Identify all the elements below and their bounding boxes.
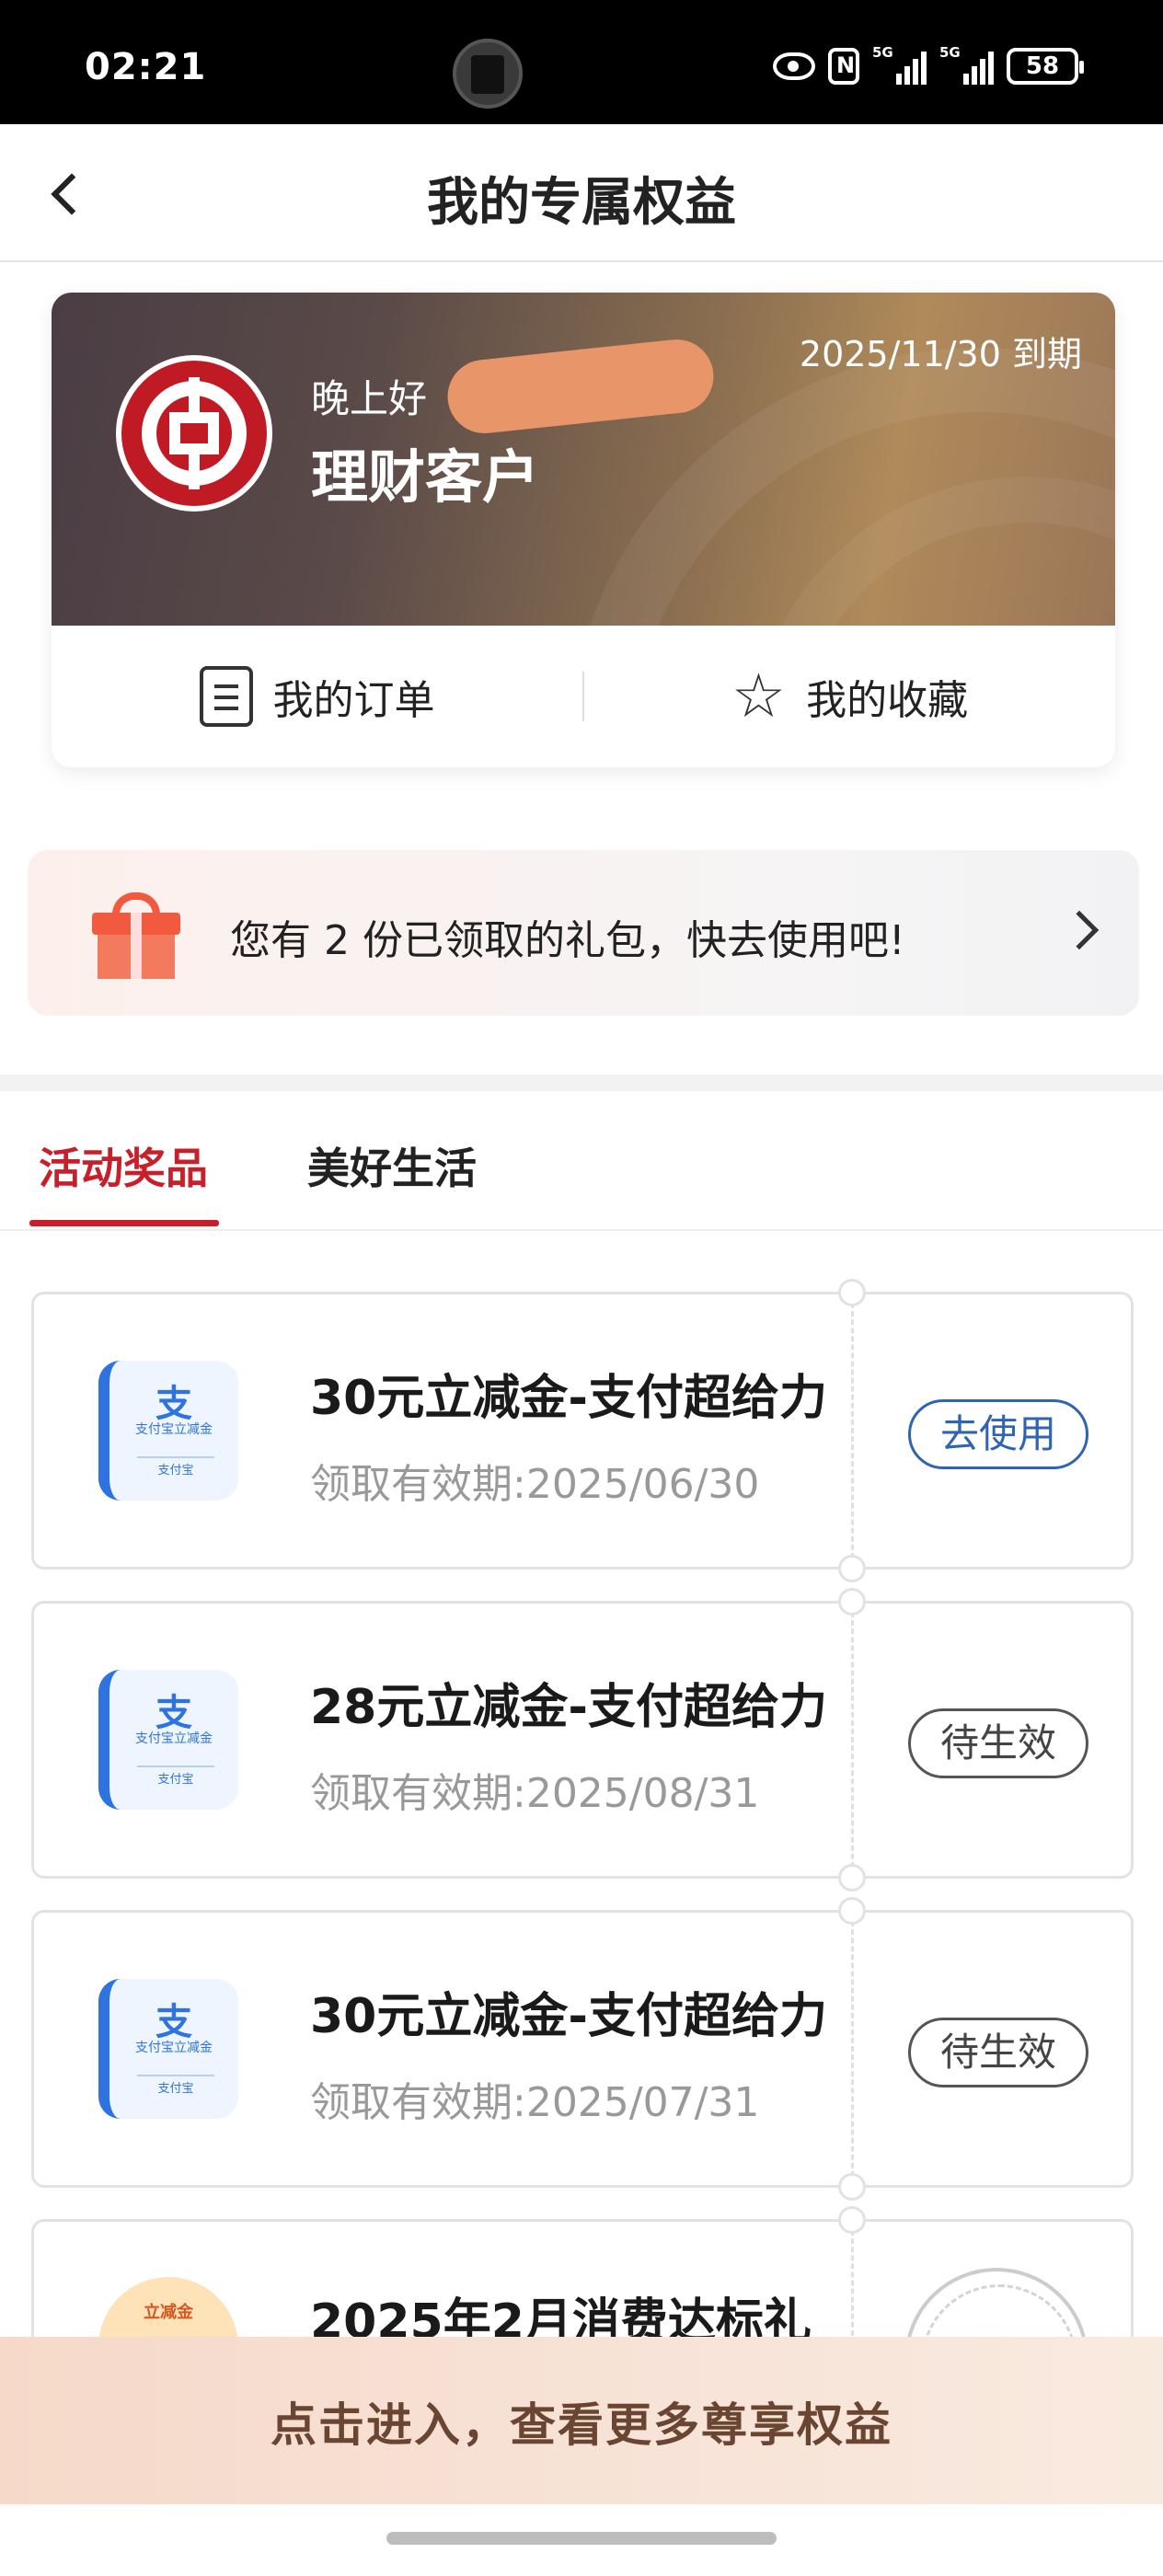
eye-icon [773,52,815,80]
coupon-title: 30元立减金-支付超给力 [310,1371,827,1426]
thumb-caption: 支付宝立减金 [135,1422,213,1437]
alipay-coupon-thumbnail: 支 支付宝立减金 支付宝 [98,1361,238,1501]
gift-banner-text: 您有 2 份已领取的礼包，快去使用吧! [230,917,905,964]
status-icons: 5G 5G 58 [773,44,1084,85]
thumb-brand: 支付宝 [137,2075,214,2096]
bank-logo-icon [116,355,272,512]
pending-coupon-button[interactable]: 待生效 [908,1708,1088,1778]
order-list-icon [199,666,253,727]
more-benefits-banner[interactable]: 点击进入，查看更多尊享权益 [0,2337,1163,2504]
active-tab-indicator [29,1220,219,1226]
coupon-validity: 领取有效期:2025/07/31 [310,2079,760,2126]
nav-bar: 我的专属权益 [0,124,1163,262]
coupon-validity: 领取有效期:2025/06/30 [310,1461,760,1508]
app-indicator-icon [453,39,523,109]
use-coupon-button[interactable]: 去使用 [908,1399,1088,1469]
chevron-right-icon [1059,910,1100,950]
redacted-name [443,336,718,437]
coupon-card: 支 支付宝立减金 支付宝 30元立减金-支付超给力 领取有效期:2025/06/… [31,1279,1134,1582]
thumb-brand: 支付宝 [137,1456,214,1478]
coupon-validity: 领取有效期:2025/08/31 [310,1770,760,1817]
my-favorites-label: 我的收藏 [806,677,969,724]
greeting-text: 晚上好 [311,376,428,421]
my-orders-button[interactable]: 我的订单 [52,666,582,727]
tab-bar: 活动奖品 美好生活 [0,1091,1163,1231]
coupon-title: 30元立减金-支付超给力 [310,1989,827,2044]
coupon-divider [851,1294,854,1567]
tab-activity-prizes[interactable]: 活动奖品 [39,1135,208,1196]
network-label: 5G [872,44,893,61]
page-title: 我的专属权益 [427,173,736,233]
card-actions: 我的订单 ☆ 我的收藏 [52,626,1115,767]
gift-icon [92,892,180,979]
signal-icon: 5G [872,44,927,85]
star-icon: ☆ [731,661,787,731]
status-time: 02:21 [85,46,207,88]
thumb-brand: 支付宝 [137,1765,214,1787]
home-gesture-bar[interactable] [386,2532,777,2545]
pending-coupon-button[interactable]: 待生效 [908,2018,1088,2087]
my-orders-label: 我的订单 [272,677,435,724]
network-label: 5G [939,44,961,61]
section-separator [0,1075,1163,1091]
my-favorites-button[interactable]: ☆ 我的收藏 [584,666,1115,727]
nfc-icon [828,48,859,85]
thumb-caption: 支付宝立减金 [135,1731,213,1746]
coupon-title: 28元立减金-支付超给力 [310,1680,827,1735]
status-bar: 02:21 5G 5G 58 [0,0,1163,124]
expiry-date: 2025/11/30 到期 [799,334,1082,374]
member-tier: 理财客户 [311,443,540,511]
tab-good-life[interactable]: 美好生活 [307,1135,477,1196]
coupon-divider [851,1913,854,2185]
member-card: 晚上好 理财客户 2025/11/30 到期 我的订单 ☆ 我的收藏 [52,293,1115,767]
coupon-card: 支 支付宝立减金 支付宝 30元立减金-支付超给力 领取有效期:2025/07/… [31,1897,1134,2201]
coupon-card: 支 支付宝立减金 支付宝 28元立减金-支付超给力 领取有效期:2025/08/… [31,1588,1134,1892]
more-benefits-label: 点击进入，查看更多尊享权益 [271,2398,892,2452]
gift-banner[interactable]: 您有 2 份已领取的礼包，快去使用吧! [28,850,1139,1016]
coupon-divider [851,1604,854,1876]
alipay-coupon-thumbnail: 支 支付宝立减金 支付宝 [98,1979,238,2119]
thumb-caption: 支付宝立减金 [135,2041,213,2055]
alipay-coupon-thumbnail: 支 支付宝立减金 支付宝 [98,1670,238,1810]
member-card-hero: 晚上好 理财客户 2025/11/30 到期 [52,293,1115,626]
battery-icon: 58 [1007,48,1084,85]
signal-icon: 5G [939,44,994,85]
reward-label: 立减金 [144,2303,193,2322]
